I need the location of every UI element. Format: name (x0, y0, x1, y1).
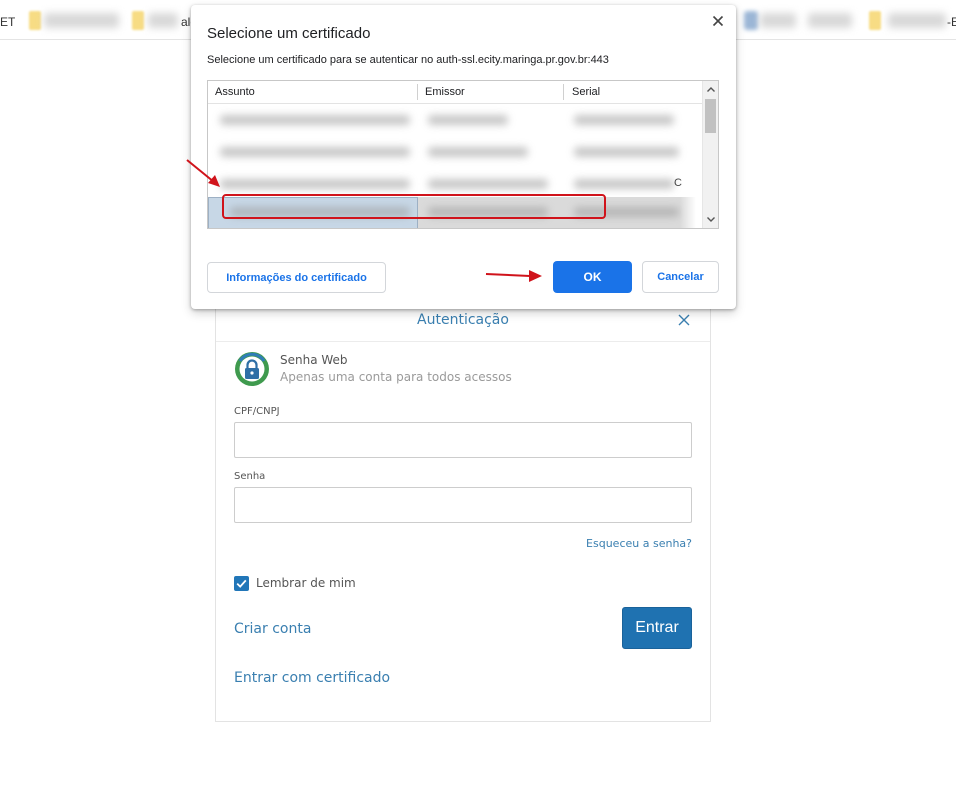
ok-button[interactable]: OK (553, 261, 632, 293)
bookmark-fragment[interactable]: ale (181, 15, 191, 29)
bookmark-item-blurred[interactable] (888, 13, 946, 28)
close-icon[interactable] (676, 312, 692, 328)
auth-card: Autenticação Senha Web Apenas uma conta … (215, 300, 711, 722)
blurred-issuer (428, 147, 528, 157)
table-row[interactable] (208, 136, 703, 168)
close-icon[interactable] (710, 13, 726, 29)
blurred-issuer (428, 179, 548, 189)
highlight-annotation-box (222, 194, 606, 219)
table-fade (680, 104, 703, 228)
cpf-input[interactable] (234, 422, 692, 458)
bookmark-item-blurred[interactable] (44, 13, 119, 28)
blurred-subject (220, 147, 410, 157)
create-account-link[interactable]: Criar conta (234, 621, 311, 637)
chevron-down-icon[interactable] (706, 214, 716, 224)
blurred-subject (220, 179, 410, 189)
bookmark-folder-icon[interactable] (29, 11, 41, 30)
blurred-subject (220, 115, 410, 125)
bookmark-folder-icon[interactable] (869, 11, 881, 30)
enter-button[interactable]: Entrar (622, 607, 692, 649)
dialog-description: Selecione um certificado para se autenti… (207, 54, 609, 66)
checkmark-icon (236, 579, 247, 588)
blurred-serial (574, 147, 679, 157)
remember-label: Lembrar de mim (256, 576, 356, 590)
column-header-issuer[interactable]: Emissor (425, 86, 465, 98)
brand-subtitle: Apenas uma conta para todos acessos (280, 370, 512, 384)
bookmark-item-blurred[interactable] (148, 13, 178, 28)
dialog-title: Selecione um certificado (207, 25, 371, 42)
password-label: Senha (234, 471, 266, 482)
chevron-up-icon[interactable] (706, 85, 716, 95)
bookmark-fragment-right[interactable]: -E (947, 15, 956, 29)
blurred-issuer (428, 115, 508, 125)
scroll-thumb[interactable] (705, 99, 716, 133)
auth-title: Autenticação (417, 312, 509, 328)
bookmark-item-blurred[interactable] (808, 13, 852, 28)
bookmark-fragment-left[interactable]: ET (0, 15, 15, 29)
forgot-password-link[interactable]: Esqueceu a senha? (586, 537, 692, 550)
cpf-label: CPF/CNPJ (234, 406, 280, 417)
table-row[interactable] (208, 104, 703, 136)
bookmark-site-icon[interactable] (744, 11, 758, 30)
column-header-subject[interactable]: Assunto (215, 86, 255, 98)
remember-checkbox[interactable] (234, 576, 249, 591)
certificate-login-link[interactable]: Entrar com certificado (234, 670, 390, 686)
table-header: Assunto Emissor Serial (208, 81, 703, 104)
table-scrollbar[interactable] (702, 81, 718, 228)
column-header-serial[interactable]: Serial (572, 86, 600, 98)
brand-name: Senha Web (280, 353, 348, 367)
blurred-serial (574, 179, 674, 189)
column-divider[interactable] (417, 84, 418, 100)
password-input[interactable] (234, 487, 692, 523)
lock-logo-icon (235, 352, 269, 386)
certificate-info-button[interactable]: Informações do certificado (207, 262, 386, 293)
certificate-dialog: Selecione um certificado Selecione um ce… (191, 5, 736, 309)
cancel-button[interactable]: Cancelar (642, 261, 719, 293)
column-divider[interactable] (563, 84, 564, 100)
bookmark-folder-icon[interactable] (132, 11, 144, 30)
bookmark-item-blurred[interactable] (760, 13, 796, 28)
blurred-serial (574, 115, 674, 125)
